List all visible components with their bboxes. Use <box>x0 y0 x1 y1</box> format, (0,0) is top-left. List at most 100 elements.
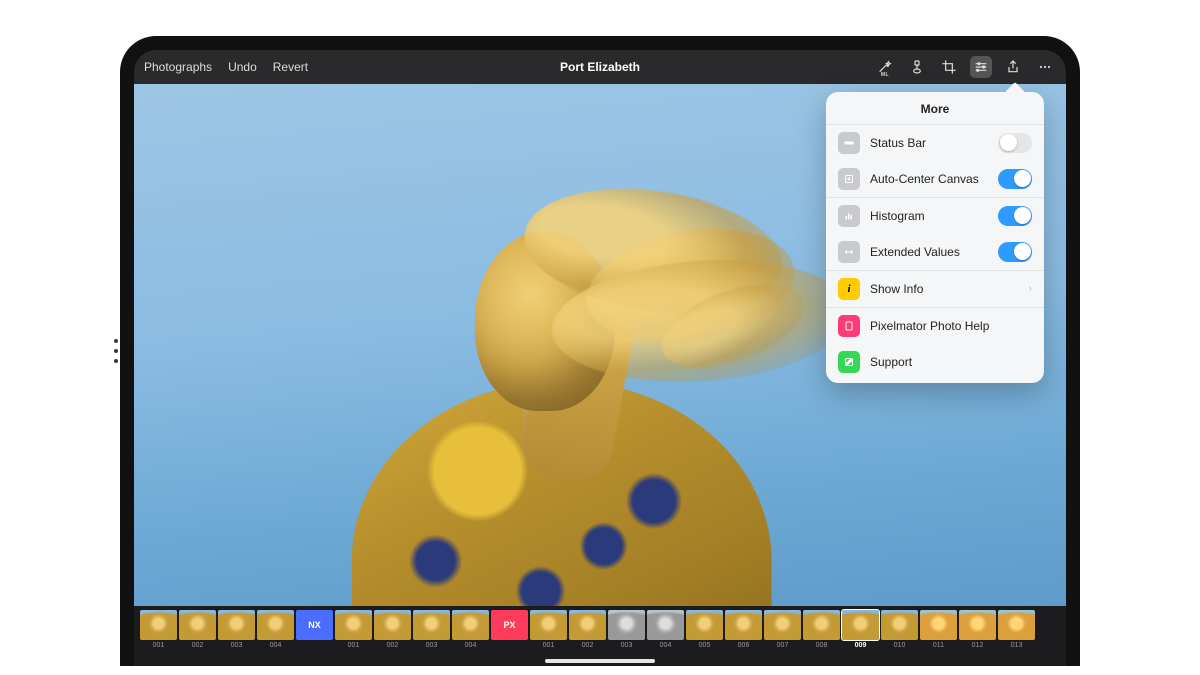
preset-thumb[interactable]: 001 <box>530 610 567 649</box>
preset-image <box>686 610 723 640</box>
preset-image <box>179 610 216 640</box>
preset-thumb[interactable]: 003 <box>608 610 645 649</box>
preset-label: 003 <box>231 642 243 649</box>
share-icon[interactable] <box>1002 56 1024 78</box>
more-icon[interactable] <box>1034 56 1056 78</box>
preset-image <box>920 610 957 640</box>
preset-thumb[interactable]: 008 <box>803 610 840 649</box>
preset-image <box>413 610 450 640</box>
preset-thumb[interactable]: NX <box>296 610 333 642</box>
menu-photographs[interactable]: Photographs <box>144 60 212 74</box>
preset-thumb[interactable]: 013 <box>998 610 1035 649</box>
histogram-label: Histogram <box>870 209 988 223</box>
preset-image <box>530 610 567 640</box>
preset-label: 011 <box>933 642 944 649</box>
more-popover: More Status Bar Auto-Center Canvas <box>826 92 1044 383</box>
chevron-right-icon: › <box>1028 283 1032 295</box>
histogram-icon <box>838 205 860 227</box>
histogram-toggle[interactable] <box>998 206 1032 226</box>
preset-badge: PX <box>491 610 528 640</box>
preset-image <box>608 610 645 640</box>
preset-label: 009 <box>855 642 867 649</box>
row-extended-values[interactable]: Extended Values <box>826 234 1044 270</box>
support-icon <box>838 351 860 373</box>
help-label: Pixelmator Photo Help <box>870 319 1032 333</box>
preset-label: 001 <box>348 642 360 649</box>
preset-thumb[interactable]: 004 <box>452 610 489 649</box>
preset-thumb[interactable]: 001 <box>140 610 177 649</box>
preset-thumb[interactable]: 003 <box>218 610 255 649</box>
preset-label: 002 <box>582 642 594 649</box>
preset-strip[interactable]: 001002003004NX001002003004PX001002003004… <box>134 606 1066 666</box>
extended-values-icon <box>838 241 860 263</box>
device-screen: Photographs Undo Revert Port Elizabeth M… <box>120 36 1080 666</box>
preset-label: 006 <box>738 642 750 649</box>
preset-thumb[interactable]: 002 <box>374 610 411 649</box>
menu-undo[interactable]: Undo <box>228 60 257 74</box>
preset-thumb[interactable]: 010 <box>881 610 918 649</box>
preset-label: 012 <box>972 642 984 649</box>
row-auto-center[interactable]: Auto-Center Canvas <box>826 161 1044 197</box>
preset-thumb[interactable]: 009 <box>842 610 879 649</box>
crop-icon[interactable] <box>938 56 960 78</box>
home-indicator <box>545 659 655 663</box>
preset-label: 001 <box>153 642 165 649</box>
extended-values-label: Extended Values <box>870 245 988 259</box>
preset-thumb[interactable]: 011 <box>920 610 957 649</box>
toolbar: Photographs Undo Revert Port Elizabeth M… <box>134 50 1066 84</box>
preset-thumb[interactable]: 006 <box>725 610 762 649</box>
menu-revert[interactable]: Revert <box>273 60 308 74</box>
preset-thumb[interactable]: 001 <box>335 610 372 649</box>
auto-center-label: Auto-Center Canvas <box>870 172 988 186</box>
row-help[interactable]: Pixelmator Photo Help <box>826 308 1044 344</box>
preset-thumb[interactable]: PX <box>491 610 528 642</box>
preset-image <box>647 610 684 640</box>
info-icon: i <box>838 278 860 300</box>
preset-thumb[interactable]: 002 <box>179 610 216 649</box>
preset-image <box>452 610 489 640</box>
preset-label: 003 <box>426 642 438 649</box>
show-info-label: Show Info <box>870 282 1018 296</box>
preset-image <box>725 610 762 640</box>
preset-image <box>959 610 996 640</box>
preset-thumb[interactable]: 012 <box>959 610 996 649</box>
status-bar-label: Status Bar <box>870 136 988 150</box>
preset-thumb[interactable]: 002 <box>569 610 606 649</box>
preset-image <box>218 610 255 640</box>
status-bar-icon <box>838 132 860 154</box>
preset-image <box>140 610 177 640</box>
row-support[interactable]: Support <box>826 344 1044 383</box>
preset-label: 005 <box>699 642 711 649</box>
preset-image <box>998 610 1035 640</box>
preset-image <box>842 610 879 640</box>
preset-label: 003 <box>621 642 633 649</box>
preset-label: 004 <box>270 642 282 649</box>
row-histogram[interactable]: Histogram <box>826 198 1044 234</box>
preset-image <box>374 610 411 640</box>
preset-thumb[interactable]: 007 <box>764 610 801 649</box>
preset-label: 008 <box>816 642 828 649</box>
auto-center-toggle[interactable] <box>998 169 1032 189</box>
extended-values-toggle[interactable] <box>998 242 1032 262</box>
preset-thumb[interactable]: 003 <box>413 610 450 649</box>
status-bar-toggle[interactable] <box>998 133 1032 153</box>
preset-label: 013 <box>1011 642 1023 649</box>
preset-thumb[interactable]: 004 <box>647 610 684 649</box>
help-icon <box>838 315 860 337</box>
ml-enhance-icon[interactable]: ML <box>874 56 896 78</box>
preset-image <box>335 610 372 640</box>
preset-thumb[interactable]: 005 <box>686 610 723 649</box>
photo-subject <box>322 171 802 606</box>
row-show-info[interactable]: i Show Info › <box>826 271 1044 307</box>
preset-label: 010 <box>894 642 906 649</box>
adjustments-icon[interactable] <box>970 56 992 78</box>
preset-thumb[interactable]: 004 <box>257 610 294 649</box>
preset-label: 007 <box>777 642 789 649</box>
preset-image <box>257 610 294 640</box>
preset-image <box>881 610 918 640</box>
preset-image <box>764 610 801 640</box>
preset-label: 002 <box>387 642 399 649</box>
preset-image <box>803 610 840 640</box>
repair-icon[interactable] <box>906 56 928 78</box>
row-status-bar[interactable]: Status Bar <box>826 125 1044 161</box>
